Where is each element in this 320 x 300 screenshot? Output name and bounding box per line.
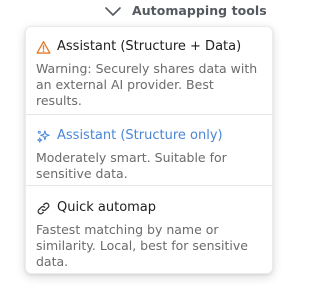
menu-item-title: Quick automap: [57, 200, 157, 215]
menu-item-description: Fastest matching by name or similarity. …: [36, 222, 248, 269]
automapping-tools-label: Automapping tools: [132, 3, 267, 18]
chevron-down-icon: [105, 6, 121, 16]
warning-icon: [36, 40, 51, 54]
menu-item-title-row: Quick automap: [36, 199, 262, 217]
link-icon: [37, 202, 50, 214]
menu-item-title: Assistant (Structure + Data): [57, 39, 242, 54]
menu-item-assistant-structure-only[interactable]: Assistant (Structure only) Moderately sm…: [26, 114, 272, 185]
sparkles-icon: [37, 129, 50, 143]
menu-item-title: Assistant (Structure only): [57, 128, 223, 143]
automapping-tools-menu: Assistant (Structure + Data) Warning: Se…: [25, 26, 273, 274]
menu-item-description: Warning: Securely shares data with an ex…: [36, 61, 258, 108]
menu-item-title-row: Assistant (Structure + Data): [36, 38, 262, 56]
menu-item-quick-automap[interactable]: Quick automap Fastest matching by name o…: [26, 185, 272, 273]
menu-item-description: Moderately smart. Suitable for sensitive…: [36, 150, 227, 181]
top-toolbar: Automapping tools: [0, 0, 301, 26]
menu-item-title-row: Assistant (Structure only): [36, 127, 262, 145]
automapping-tools-button[interactable]: Automapping tools: [104, 3, 267, 18]
menu-item-assistant-structure-data[interactable]: Assistant (Structure + Data) Warning: Se…: [26, 27, 272, 114]
